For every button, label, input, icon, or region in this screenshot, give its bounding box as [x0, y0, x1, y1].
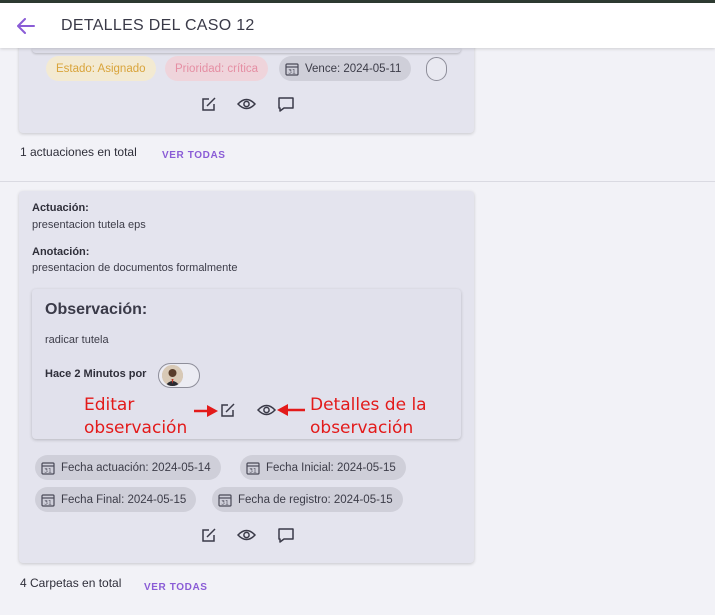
- eye-icon[interactable]: [235, 93, 257, 115]
- previous-card: Estado: Asignado Prioridad: crítica 31 V…: [19, 40, 474, 133]
- comment-actuacion-icon[interactable]: [275, 524, 297, 546]
- section-divider: [0, 181, 715, 182]
- empty-chip[interactable]: [426, 57, 447, 81]
- fecha-registro-chip: 31 Fecha de registro: 2024-05-15: [212, 487, 403, 512]
- fecha-final-label: Fecha Final: 2024-05-15: [61, 493, 187, 506]
- calendar-icon: 31: [285, 62, 299, 76]
- due-date-chip: 31 Vence: 2024-05-11: [279, 56, 412, 81]
- back-arrow-icon[interactable]: [14, 14, 38, 38]
- annotation-arrow-right-icon: [194, 405, 218, 417]
- due-date-label: Vence: 2024-05-11: [305, 62, 402, 75]
- nested-card-bottom: [32, 48, 461, 53]
- fecha-actuacion-chip: 31 Fecha actuación: 2024-05-14: [35, 455, 221, 480]
- svg-text:31: 31: [44, 467, 52, 474]
- svg-text:31: 31: [221, 499, 229, 506]
- edit-observacion-icon[interactable]: [216, 399, 238, 421]
- ver-todas-carpetas-link[interactable]: VER TODAS: [144, 582, 208, 593]
- view-actuacion-eye-icon[interactable]: [235, 524, 257, 546]
- anotacion-label: Anotación:: [32, 246, 90, 258]
- svg-text:31: 31: [44, 499, 52, 506]
- carpetas-count: 4 Carpetas en total: [20, 576, 122, 590]
- fecha-final-chip: 31 Fecha Final: 2024-05-15: [35, 487, 197, 512]
- actuacion-value: presentacion tutela eps: [32, 219, 146, 231]
- view-observacion-eye-icon[interactable]: [255, 399, 277, 421]
- calendar-icon: 31: [41, 461, 55, 475]
- status-badge: Estado: Asignado: [46, 56, 156, 81]
- actuaciones-count: 1 actuaciones en total: [20, 145, 137, 159]
- ver-todas-actuaciones-link[interactable]: VER TODAS: [162, 150, 226, 161]
- observacion-author-line: Hace 2 Minutos por: [45, 368, 147, 380]
- observacion-text: radicar tutela: [45, 334, 109, 346]
- avatar: [162, 365, 183, 386]
- fecha-registro-label: Fecha de registro: 2024-05-15: [238, 493, 393, 506]
- actuacion-label: Actuación:: [32, 202, 89, 214]
- priority-badge: Prioridad: crítica: [165, 56, 269, 81]
- app-bar: DETALLES DEL CASO 12: [0, 3, 715, 48]
- author-chip[interactable]: [158, 363, 200, 388]
- annotation-detalles: Detalles de la observación: [310, 395, 427, 438]
- annotation-arrow-left-icon: [277, 404, 305, 416]
- observacion-title: Observación:: [45, 301, 148, 318]
- page-title: DETALLES DEL CASO 12: [61, 16, 255, 34]
- anotacion-value: presentacion de documentos formalmente: [32, 262, 238, 274]
- calendar-icon: 31: [41, 493, 55, 507]
- fecha-actuacion-label: Fecha actuación: 2024-05-14: [61, 461, 211, 474]
- edit-icon[interactable]: [197, 93, 219, 115]
- edit-actuacion-icon[interactable]: [197, 524, 219, 546]
- annotation-editar: Editar observación: [84, 395, 188, 438]
- fecha-inicial-label: Fecha Inicial: 2024-05-15: [266, 461, 396, 474]
- calendar-icon: 31: [218, 493, 232, 507]
- svg-text:31: 31: [288, 68, 296, 75]
- fecha-inicial-chip: 31 Fecha Inicial: 2024-05-15: [240, 455, 406, 480]
- comment-icon[interactable]: [275, 93, 297, 115]
- svg-text:31: 31: [249, 467, 257, 474]
- calendar-icon: 31: [246, 461, 260, 475]
